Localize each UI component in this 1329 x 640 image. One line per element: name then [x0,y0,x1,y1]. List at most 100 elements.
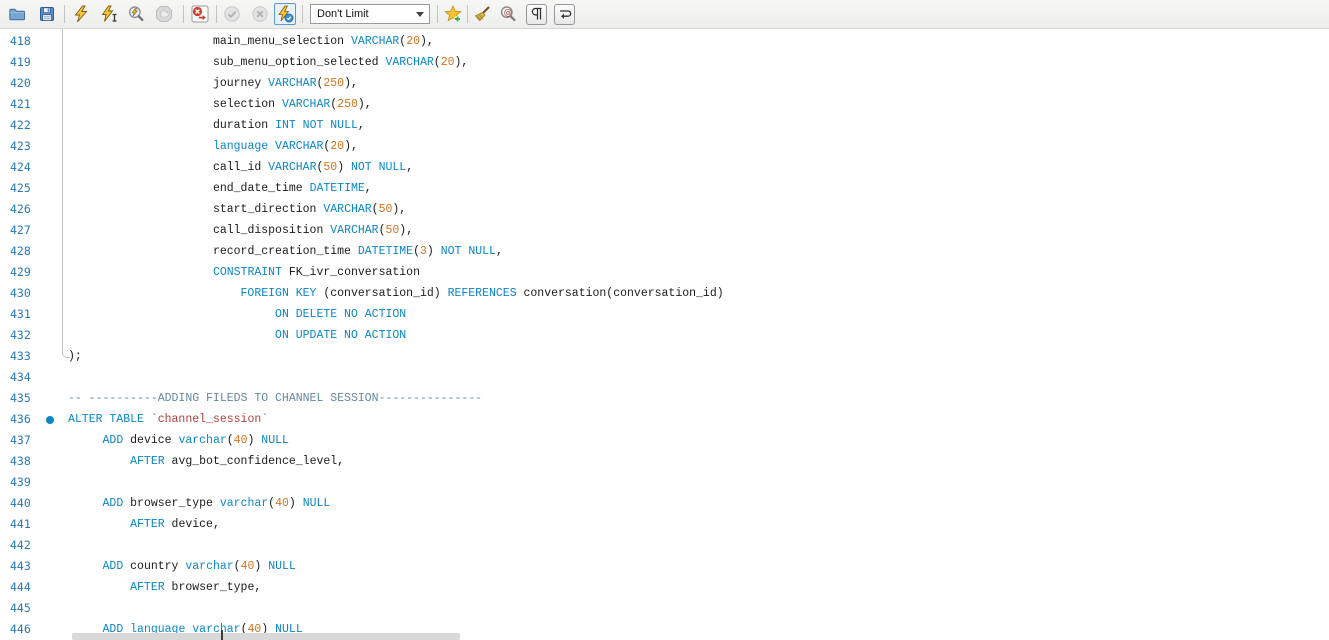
execute-current-icon[interactable] [100,5,118,23]
line-number: 446 [0,619,52,640]
code-text: ON UPDATE NO ACTION [52,325,1329,346]
line-number: 432 [0,325,52,346]
explain-icon[interactable] [127,5,145,23]
find-icon[interactable]: @ [499,5,517,23]
line-number: 439 [0,472,52,493]
invisible-chars-button[interactable] [526,4,547,25]
code-line[interactable]: 431 ON DELETE NO ACTION [0,304,1329,325]
line-number: 418 [0,31,52,52]
code-text: sub_menu_option_selected VARCHAR(20), [52,52,1329,73]
code-line[interactable]: 426 start_direction VARCHAR(50), [0,199,1329,220]
code-text: selection VARCHAR(250), [52,94,1329,115]
code-text: end_date_time DATETIME, [52,178,1329,199]
wrap-arrow-icon [558,7,572,21]
stop-on-error-icon[interactable] [190,4,210,24]
code-line[interactable]: 437 ADD device varchar(40) NULL [0,430,1329,451]
code-line[interactable]: 430 FOREIGN KEY (conversation_id) REFERE… [0,283,1329,304]
code-text: ADD country varchar(40) NULL [52,556,1329,577]
line-number: 441 [0,514,52,535]
line-number: 420 [0,73,52,94]
code-line[interactable]: 434 [0,367,1329,388]
code-text: -- ----------ADDING FILEDS TO CHANNEL SE… [52,388,1329,409]
line-number: 421 [0,94,52,115]
code-text: record_creation_time DATETIME(3) NOT NUL… [52,241,1329,262]
statement-marker-icon [46,416,54,424]
partial-selection [72,633,460,640]
code-text: ADD device varchar(40) NULL [52,430,1329,451]
code-line[interactable]: 418 main_menu_selection VARCHAR(20), [0,31,1329,52]
pilcrow-icon [530,7,544,21]
rollback-icon [251,5,269,23]
word-wrap-button[interactable] [554,4,575,25]
line-number: 435 [0,388,52,409]
line-number: 442 [0,535,52,556]
line-number: 423 [0,136,52,157]
code-line[interactable]: 442 [0,535,1329,556]
code-text: CONSTRAINT FK_ivr_conversation [52,262,1329,283]
limit-rows-dropdown[interactable]: Don't Limit [310,4,430,24]
line-number: 445 [0,598,52,619]
code-line[interactable]: 439 [0,472,1329,493]
line-number: 425 [0,178,52,199]
code-line[interactable]: 433); [0,346,1329,367]
code-line[interactable]: 428 record_creation_time DATETIME(3) NOT… [0,241,1329,262]
line-number: 443 [0,556,52,577]
autocommit-toggle[interactable] [274,3,296,25]
code-line[interactable]: 419 sub_menu_option_selected VARCHAR(20)… [0,52,1329,73]
code-line[interactable]: 435-- ----------ADDING FILEDS TO CHANNEL… [0,388,1329,409]
limit-rows-value: Don't Limit [311,8,416,20]
sql-code-editor[interactable]: 418 main_menu_selection VARCHAR(20),419 … [0,29,1329,640]
save-snippet-icon[interactable] [444,5,462,23]
code-line[interactable]: 441 AFTER device, [0,514,1329,535]
line-number: 433 [0,346,52,367]
code-line[interactable]: 424 call_id VARCHAR(50) NOT NULL, [0,157,1329,178]
code-line[interactable]: 421 selection VARCHAR(250), [0,94,1329,115]
code-line[interactable]: 423 language VARCHAR(20), [0,136,1329,157]
toolbar-separator [183,5,184,23]
line-number: 428 [0,241,52,262]
code-text: language VARCHAR(20), [52,136,1329,157]
line-number: 434 [0,367,52,388]
line-number: 419 [0,52,52,73]
code-line[interactable]: 445 [0,598,1329,619]
text-caret [221,630,223,640]
code-line[interactable]: 432 ON UPDATE NO ACTION [0,325,1329,346]
stop-icon [155,5,173,23]
code-text: ADD browser_type varchar(40) NULL [52,493,1329,514]
line-number: 437 [0,430,52,451]
code-line[interactable]: 444 AFTER browser_type, [0,577,1329,598]
toolbar-separator [64,5,65,23]
code-line[interactable]: 436ALTER TABLE `channel_session` [0,409,1329,430]
line-number: 427 [0,220,52,241]
code-line[interactable]: 425 end_date_time DATETIME, [0,178,1329,199]
beautify-icon[interactable] [473,5,491,23]
execute-icon[interactable] [72,5,90,23]
line-number: 431 [0,304,52,325]
code-text: AFTER browser_type, [52,577,1329,598]
code-text: AFTER device, [52,514,1329,535]
code-line[interactable]: 427 call_disposition VARCHAR(50), [0,220,1329,241]
code-line[interactable]: 420 journey VARCHAR(250), [0,73,1329,94]
toolbar-separator [216,5,217,23]
autocommit-icon [276,5,294,23]
open-script-icon[interactable] [8,5,26,23]
line-number: 436 [0,409,52,430]
line-number: 430 [0,283,52,304]
line-number: 438 [0,451,52,472]
sql-editor-toolbar: Don't Limit @ [0,0,1329,29]
code-line[interactable]: 438 AFTER avg_bot_confidence_level, [0,451,1329,472]
code-line[interactable]: 440 ADD browser_type varchar(40) NULL [0,493,1329,514]
code-text: start_direction VARCHAR(50), [52,199,1329,220]
code-text: call_id VARCHAR(50) NOT NULL, [52,157,1329,178]
code-line[interactable]: 429 CONSTRAINT FK_ivr_conversation [0,262,1329,283]
code-line[interactable]: 422 duration INT NOT NULL, [0,115,1329,136]
code-text: ON DELETE NO ACTION [52,304,1329,325]
code-text: journey VARCHAR(250), [52,73,1329,94]
code-text: main_menu_selection VARCHAR(20), [52,31,1329,52]
code-text: duration INT NOT NULL, [52,115,1329,136]
code-line[interactable]: 443 ADD country varchar(40) NULL [0,556,1329,577]
toolbar-separator [302,5,303,23]
line-number: 444 [0,577,52,598]
save-script-icon[interactable] [38,5,56,23]
line-number: 440 [0,493,52,514]
